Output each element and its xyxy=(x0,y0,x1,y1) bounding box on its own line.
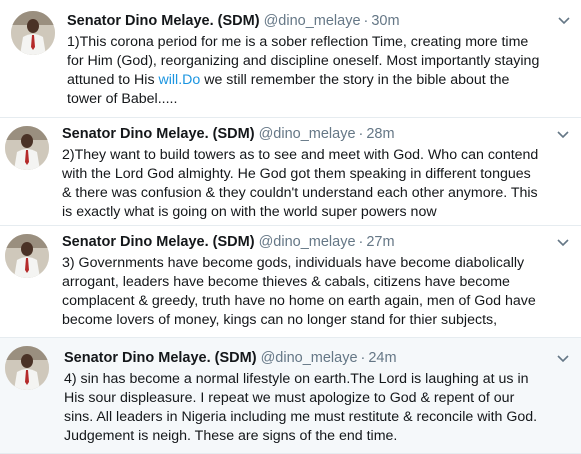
author-handle[interactable]: @dino_melaye xyxy=(261,350,358,366)
separator-dot: · xyxy=(358,126,364,142)
tweet-line: with the Lord God almighty. He God got t… xyxy=(62,166,531,182)
tweet-line: 1)This corona period for me is a sober r… xyxy=(67,34,529,50)
tweet-text: 2)They want to build towers as to see an… xyxy=(62,146,538,222)
tweet-line: 4) sin has become a normal lifestyle on … xyxy=(64,371,529,387)
tweet-4[interactable]: Senator Dino Melaye. (SDM) @dino_melaye · 2… xyxy=(0,338,581,454)
tweet-line: attuned to His will.Do we still remember… xyxy=(67,71,539,90)
tweet-header: Senator Dino Melaye. (SDM) @dino_melaye · 2… xyxy=(62,125,395,143)
author-name[interactable]: Senator Dino Melaye. (SDM) xyxy=(62,126,255,142)
chevron-down-icon[interactable] xyxy=(558,16,570,26)
author-handle[interactable]: @dino_melaye xyxy=(259,126,356,142)
tweet-header: Senator Dino Melaye. (SDM) @dino_melaye · 3… xyxy=(67,12,400,30)
tweet-timestamp[interactable]: 28m xyxy=(366,126,394,142)
chevron-down-icon[interactable] xyxy=(557,238,569,248)
tweet-line: tower of Babel..... xyxy=(67,91,178,107)
separator-dot: · xyxy=(360,350,366,366)
author-name[interactable]: Senator Dino Melaye. (SDM) xyxy=(67,13,260,29)
tweet-line: 3) Governments have become gods, individ… xyxy=(62,255,525,271)
author-handle[interactable]: @dino_melaye xyxy=(259,234,356,250)
avatar[interactable] xyxy=(5,346,49,390)
tweet-line: become lovers of money, kings can no lon… xyxy=(62,312,498,328)
tweet-line: for Him (God), reorganizing and discipli… xyxy=(67,53,540,69)
tweet-header: Senator Dino Melaye. (SDM) @dino_melaye · 2… xyxy=(64,349,397,367)
author-handle[interactable]: @dino_melaye xyxy=(264,13,361,29)
avatar[interactable] xyxy=(11,11,55,55)
tweet-1[interactable]: Senator Dino Melaye. (SDM) @dino_melaye · 3… xyxy=(0,0,581,118)
tweet-2[interactable]: Senator Dino Melaye. (SDM) @dino_melaye · 2… xyxy=(0,118,581,226)
tweet-line: & there was confusion & they couldn't un… xyxy=(62,185,538,201)
separator-dot: · xyxy=(363,13,369,29)
tweet-text: 3) Governments have become gods, individ… xyxy=(62,254,536,330)
separator-dot: · xyxy=(358,234,364,250)
tweet-text: 4) sin has become a normal lifestyle on … xyxy=(64,370,537,446)
tweet-line: 2)They want to build towers as to see an… xyxy=(62,147,539,163)
tweet-line: complacent & greedy, truth have no home … xyxy=(62,293,536,309)
tweet-line-text: we still remember the story in the bible… xyxy=(204,72,510,88)
tweet-link[interactable]: will.Do xyxy=(159,72,201,88)
tweet-line: His sour displeasure. I repeat we must a… xyxy=(64,390,515,406)
tweet-line-text: attuned to His xyxy=(67,72,159,88)
tweet-timestamp[interactable]: 27m xyxy=(366,234,394,250)
avatar[interactable] xyxy=(5,234,49,278)
tweet-line: Judgement is neigh. These are signs of t… xyxy=(64,428,398,444)
chevron-down-icon[interactable] xyxy=(557,354,569,364)
author-name[interactable]: Senator Dino Melaye. (SDM) xyxy=(64,350,257,366)
tweet-timestamp[interactable]: 24m xyxy=(368,350,396,366)
avatar[interactable] xyxy=(5,126,49,170)
chevron-down-icon[interactable] xyxy=(557,130,569,140)
tweet-thread: Senator Dino Melaye. (SDM) @dino_melaye · 3… xyxy=(0,0,581,454)
tweet-3[interactable]: Senator Dino Melaye. (SDM) @dino_melaye · 2… xyxy=(0,226,581,338)
tweet-text: 1)This corona period for me is a sober r… xyxy=(67,33,539,109)
tweet-timestamp[interactable]: 30m xyxy=(371,13,399,29)
tweet-line: arrogant, leaders have become thieves & … xyxy=(62,274,510,290)
author-name[interactable]: Senator Dino Melaye. (SDM) xyxy=(62,234,255,250)
tweet-line: is exactly what is going on with the wor… xyxy=(62,204,437,220)
tweet-header: Senator Dino Melaye. (SDM) @dino_melaye · 2… xyxy=(62,233,395,251)
tweet-line: sins. All leaders in Nigeria including m… xyxy=(64,409,538,425)
